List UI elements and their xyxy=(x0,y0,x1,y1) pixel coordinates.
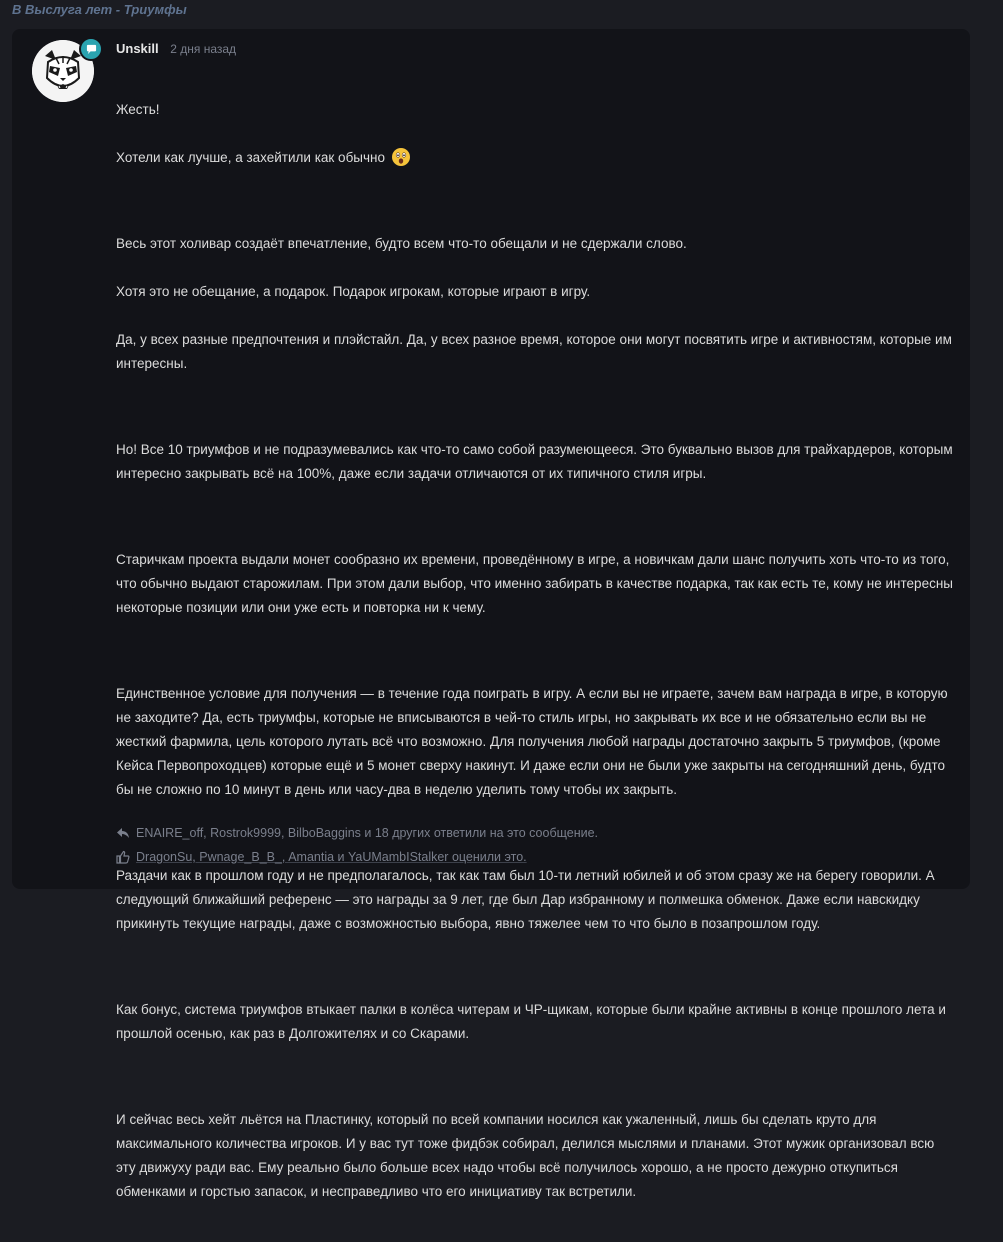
text-line-content: Хотели как лучше, а захейтили как обычно xyxy=(116,150,385,165)
author-name[interactable]: Unskill xyxy=(116,41,159,56)
paragraph: Весь этот холивар создаёт впечатление, б… xyxy=(116,208,956,400)
paragraph: Единственное условие для получения — в т… xyxy=(116,658,956,826)
text-line: Хотели как лучше, а захейтили как обычно xyxy=(116,146,956,170)
breadcrumb[interactable]: В Выслуга лет - Триумфы xyxy=(12,2,187,17)
text-line: Да, у всех разные предпочтения и плэйста… xyxy=(116,332,952,371)
post-body: Жесть! Хотели как лучше, а захейтили как… xyxy=(116,74,956,1242)
post-meta: Unskill 2 дня назад xyxy=(116,41,236,56)
replies-text[interactable]: ENAIRE_off, Rostrok9999, BilboBaggins и … xyxy=(136,826,598,840)
forum-post: Unskill 2 дня назад Жесть! Хотели как лу… xyxy=(12,29,970,1199)
paragraph: Жесть! Хотели как лучше, а захейтили как… xyxy=(116,74,956,194)
text-line: Хотя это не обещание, а подарок. Подарок… xyxy=(116,284,591,299)
replies-summary[interactable]: ENAIRE_off, Rostrok9999, BilboBaggins и … xyxy=(116,821,598,845)
text-line: Весь этот холивар создаёт впечатление, б… xyxy=(116,236,687,251)
paragraph: Старичкам проекта выдали монет сообразно… xyxy=(116,524,956,644)
chat-badge xyxy=(79,37,103,61)
reply-arrow-icon xyxy=(117,828,129,838)
text-line: Как бонус, система триумфов втыкает палк… xyxy=(116,1002,946,1041)
paragraph: И сейчас весь хейт льётся на Пластинку, … xyxy=(116,1084,956,1228)
text-line: Жесть! xyxy=(116,102,160,117)
text-line: Единственное условие для получения — в т… xyxy=(116,686,948,797)
paragraph: Но! Все 10 триумфов и не подразумевались… xyxy=(116,414,956,510)
text-line: Но! Все 10 триумфов и не подразумевались… xyxy=(116,442,953,481)
text-line: И сейчас весь хейт льётся на Пластинку, … xyxy=(116,1112,935,1199)
chat-bubble-icon xyxy=(86,44,96,54)
text-line: Раздачи как в прошлом году и не предпола… xyxy=(116,868,935,931)
astonished-face-icon xyxy=(392,148,410,166)
text-line: Старичкам проекта выдали монет сообразно… xyxy=(116,552,953,615)
likes-summary[interactable]: DragonSu, Pwnage_B_B_, Amantia и YaUMamb… xyxy=(116,845,598,869)
post-time[interactable]: 2 дня назад xyxy=(170,42,236,56)
paragraph: Как бонус, система триумфов втыкает палк… xyxy=(116,974,956,1070)
